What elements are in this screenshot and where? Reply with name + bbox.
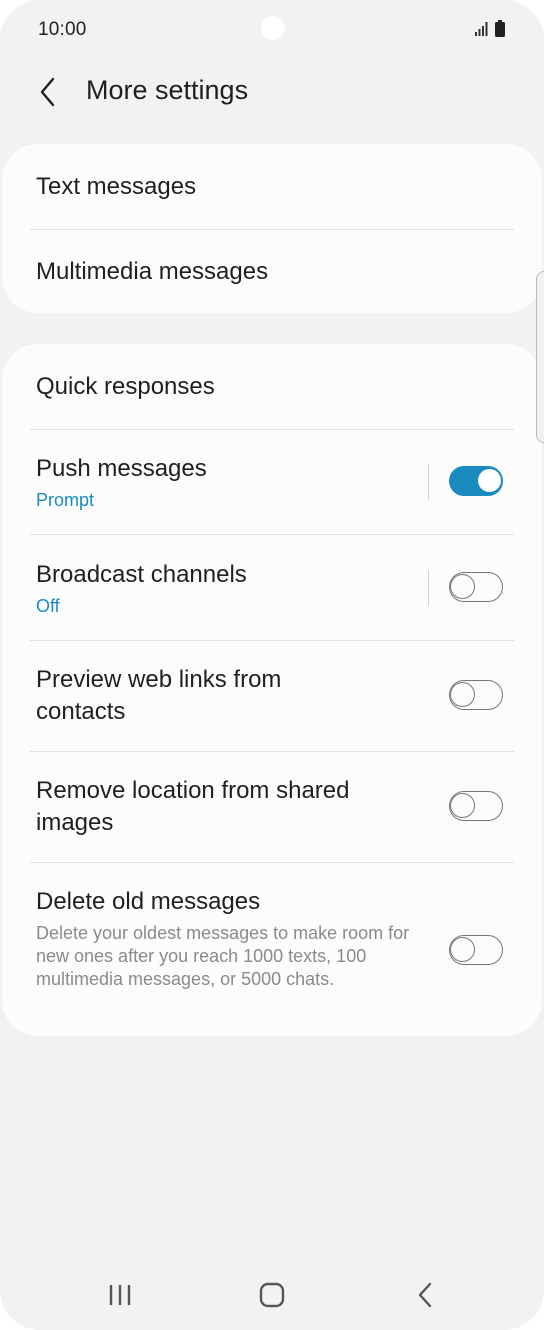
navigation-bar <box>0 1262 544 1330</box>
edge-panel-handle[interactable] <box>536 271 544 443</box>
messages-settings-card: Text messages Multimedia messages <box>2 144 542 313</box>
broadcast-channels-item[interactable]: Broadcast channels Off <box>30 535 514 640</box>
multimedia-messages-label: Multimedia messages <box>36 258 269 285</box>
delete-old-messages-toggle[interactable] <box>449 935 503 965</box>
front-camera <box>261 16 285 40</box>
toggle-knob <box>450 937 475 962</box>
push-messages-label: Push messages <box>36 455 207 482</box>
chevron-left-icon <box>40 77 55 107</box>
toggle-knob <box>450 574 475 599</box>
push-messages-status: Prompt <box>36 490 95 510</box>
quick-responses-item[interactable]: Quick responses <box>30 344 514 429</box>
phone-screen: 10:00 More settings Text messages Multim… <box>0 0 544 1330</box>
toggle-knob <box>450 793 475 818</box>
signal-icon <box>475 22 488 36</box>
battery-icon <box>495 20 505 37</box>
remove-location-item[interactable]: Remove location from shared images <box>30 752 514 862</box>
broadcast-channels-label: Broadcast channels <box>36 561 247 588</box>
broadcast-channels-toggle[interactable] <box>449 572 503 602</box>
delete-old-messages-label: Delete old messages <box>36 888 261 915</box>
push-messages-item[interactable]: Push messages Prompt <box>30 430 514 534</box>
home-icon <box>259 1282 285 1308</box>
toggle-knob <box>450 682 475 707</box>
delete-old-messages-description: Delete your oldest messages to make room… <box>36 923 410 989</box>
text-messages-item[interactable]: Text messages <box>30 144 514 229</box>
recent-apps-icon <box>109 1285 131 1305</box>
multimedia-messages-item[interactable]: Multimedia messages <box>30 230 514 313</box>
text-messages-label: Text messages <box>36 173 197 200</box>
remove-location-label-line1: Remove location from shared <box>36 777 350 804</box>
preview-web-links-label-line1: Preview web links from <box>36 666 282 693</box>
nav-back-button[interactable] <box>395 1270 455 1320</box>
quick-responses-label: Quick responses <box>36 373 215 400</box>
home-button[interactable] <box>242 1270 302 1320</box>
remove-location-toggle[interactable] <box>449 791 503 821</box>
toggle-knob <box>477 468 502 493</box>
remove-location-label-line2: images <box>36 809 114 836</box>
page-title: More settings <box>86 75 249 105</box>
preview-web-links-item[interactable]: Preview web links from contacts <box>30 641 514 751</box>
vertical-separator <box>428 570 429 606</box>
vertical-separator <box>428 464 429 500</box>
back-icon <box>418 1282 432 1308</box>
delete-old-messages-item[interactable]: Delete old messages Delete your oldest m… <box>30 863 514 1036</box>
app-bar: More settings <box>0 60 544 126</box>
status-bar: 10:00 <box>0 0 544 60</box>
status-time: 10:00 <box>38 19 87 40</box>
recent-apps-button[interactable] <box>90 1270 150 1320</box>
push-messages-toggle[interactable] <box>449 466 503 496</box>
broadcast-channels-status: Off <box>36 596 60 616</box>
preview-web-links-toggle[interactable] <box>449 680 503 710</box>
more-settings-card: Quick responses Push messages Prompt Bro… <box>2 344 542 1036</box>
back-button[interactable] <box>28 68 68 116</box>
preview-web-links-label-line2: contacts <box>36 698 126 725</box>
